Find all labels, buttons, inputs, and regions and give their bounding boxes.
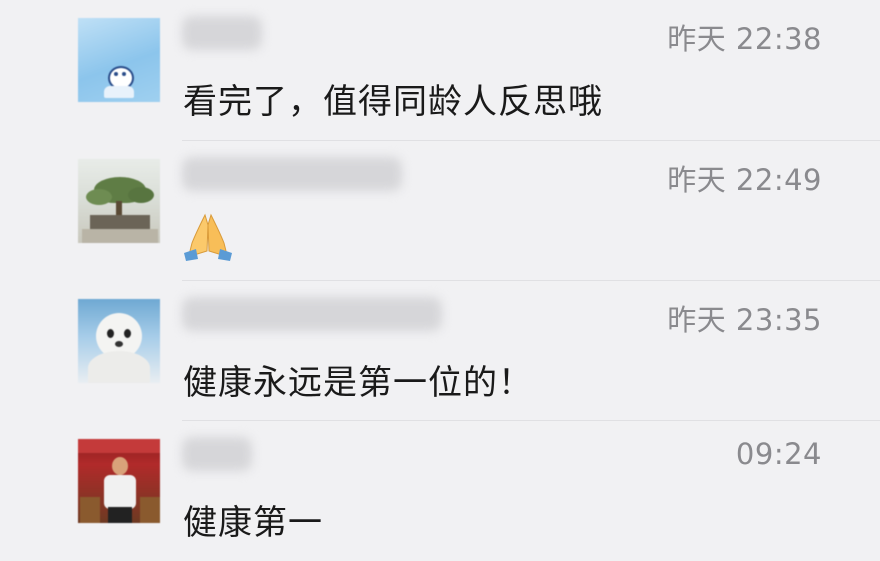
comment-timestamp: 昨天 23:35 xyxy=(667,303,822,337)
seal-avatar-icon[interactable] xyxy=(78,299,160,383)
cartoon-avatar-icon[interactable] xyxy=(78,18,160,102)
blurred-username xyxy=(182,16,262,50)
comment-text: 看完了，值得同龄人反思哦 xyxy=(183,82,603,122)
bonsai-avatar-icon[interactable] xyxy=(78,159,160,243)
comment-item: 昨天 22:38 看完了，值得同龄人反思哦 xyxy=(0,0,880,140)
comment-timestamp: 09:24 xyxy=(735,437,822,471)
comment-item: 09:24 健康第一 xyxy=(0,421,880,561)
comment-item: 昨天 23:35 健康永远是第一位的！ xyxy=(0,281,880,421)
comment-item: 昨天 22:49 xyxy=(0,141,880,281)
blurred-username xyxy=(182,297,442,331)
blurred-username xyxy=(182,437,252,471)
comment-timestamp: 昨天 22:49 xyxy=(667,163,822,197)
comment-text: 健康永远是第一位的！ xyxy=(183,363,533,403)
comment-timestamp: 昨天 22:38 xyxy=(667,22,822,56)
comment-list: 昨天 22:38 看完了，值得同龄人反思哦 昨天 22:49 昨天 23:35 … xyxy=(0,0,880,552)
comment-text: 健康第一 xyxy=(183,503,323,543)
person-avatar-icon[interactable] xyxy=(78,439,160,523)
blurred-username xyxy=(182,157,402,191)
praying-hands-icon xyxy=(184,213,232,261)
